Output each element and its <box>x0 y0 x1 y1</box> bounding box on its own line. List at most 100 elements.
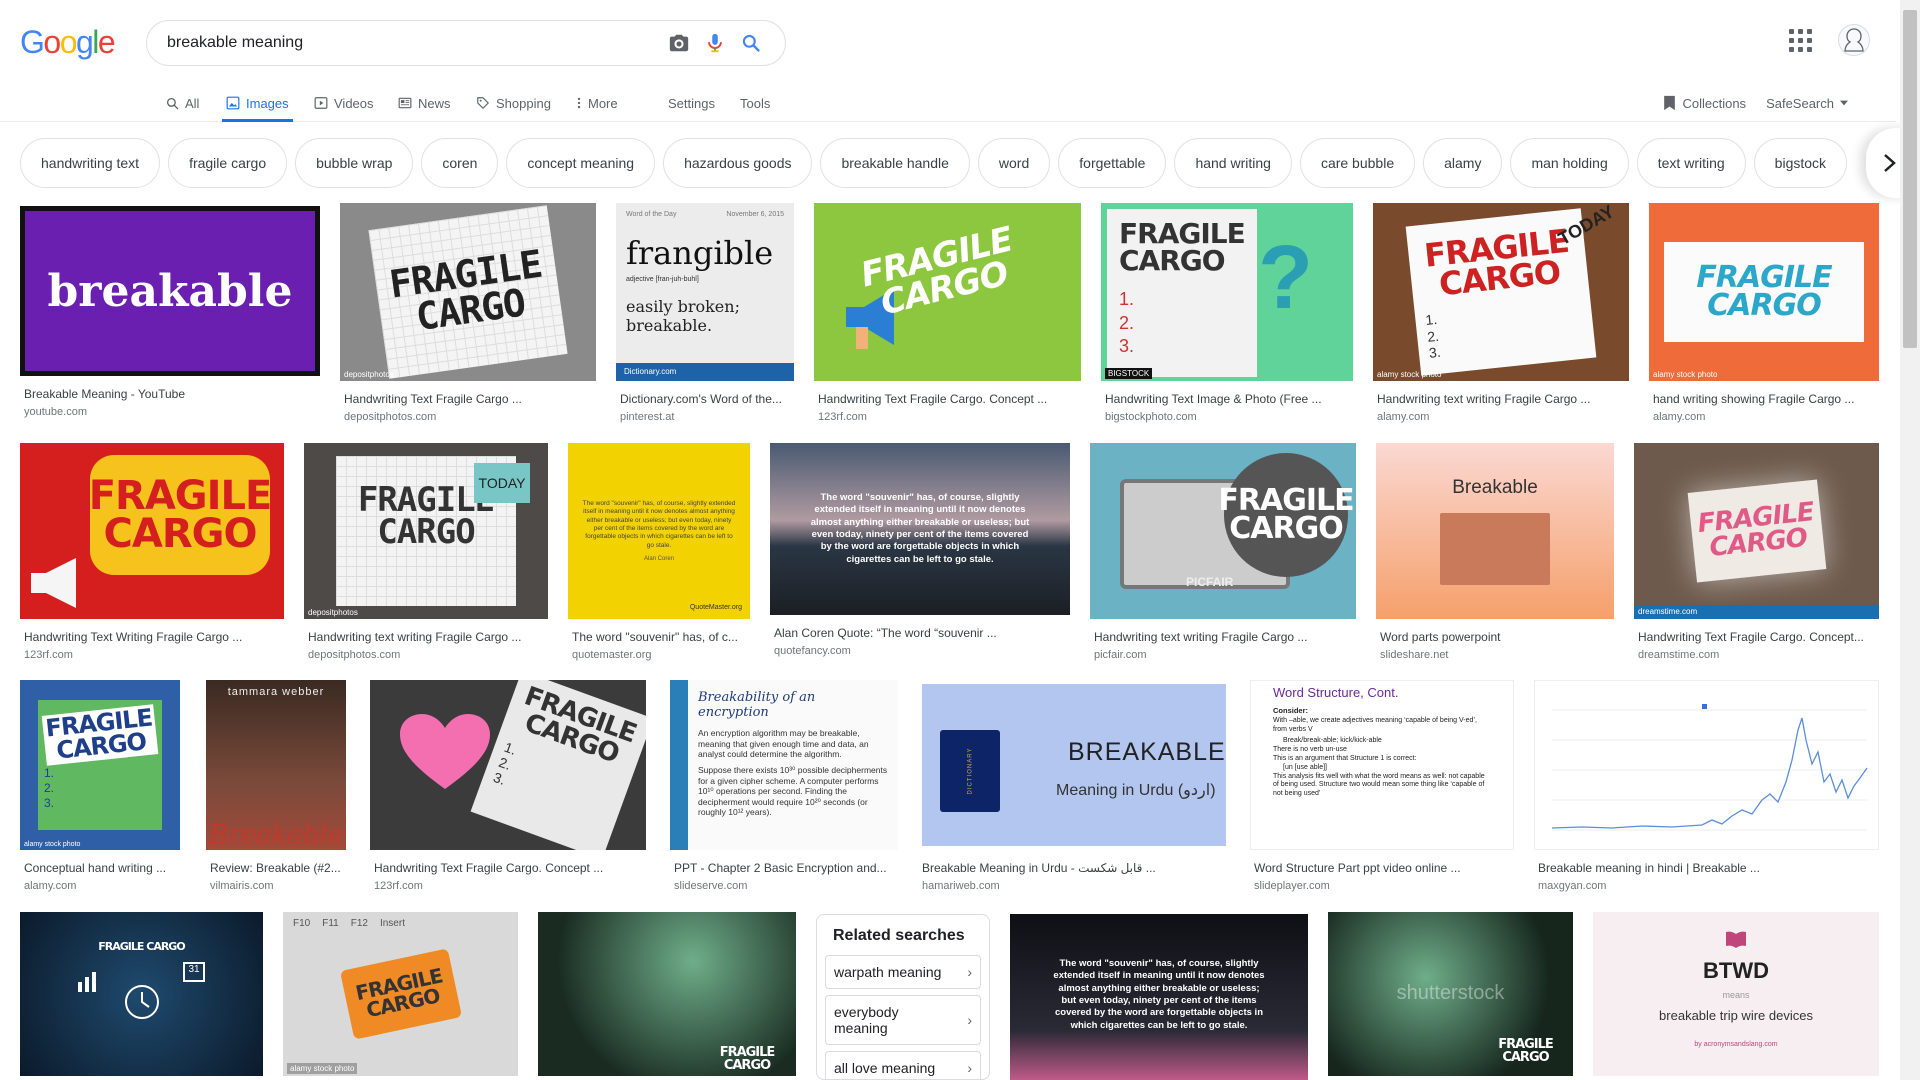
tab-settings[interactable]: Settings <box>668 84 715 122</box>
result-caption[interactable]: Handwriting Text Fragile Cargo. Concept … <box>370 861 646 875</box>
result-card[interactable]: FRAGILE CARGO Handwriting Text Writing F… <box>20 443 284 661</box>
safesearch-dropdown[interactable]: SafeSearch <box>1766 96 1848 111</box>
result-card[interactable]: FRAGILE CARGO 1. 2. 3. Handwriting Text Fr… <box>370 680 646 892</box>
chip-man-holding[interactable]: man holding <box>1510 138 1629 188</box>
tab-all[interactable]: All <box>166 84 199 122</box>
tab-videos[interactable]: Videos <box>314 84 374 122</box>
result-caption[interactable]: Alan Coren Quote: “The word “souvenir ..… <box>770 626 1070 640</box>
result-card[interactable]: shutterstock FRAGILE CARGO <box>1328 912 1573 1076</box>
result-caption[interactable]: Handwriting Text Fragile Cargo ... <box>340 392 596 406</box>
result-caption[interactable]: Handwriting text writing Fragile Cargo .… <box>1373 392 1629 406</box>
result-thumbnail[interactable]: FRAGILE CARGO dreamstime.com <box>1634 443 1879 619</box>
result-thumbnail[interactable]: Word of the Day November 6, 2015 frangibl… <box>616 203 794 381</box>
result-card[interactable]: Breakable meaning in hindi | Breakable .… <box>1534 680 1879 892</box>
result-thumbnail[interactable]: FRAGILE CARGO PICFAIR <box>1090 443 1356 619</box>
tab-images[interactable]: Images <box>222 84 293 122</box>
chip-breakable-handle[interactable]: breakable handle <box>820 138 970 188</box>
result-thumbnail[interactable]: The word "souvenir" has, of course, slig… <box>1010 914 1308 1080</box>
related-search-item[interactable]: warpath meaning › <box>825 955 981 989</box>
result-card[interactable]: FRAGILE CARGO PICFAIR Handwriting text w… <box>1090 443 1356 661</box>
result-thumbnail[interactable]: breakable <box>20 206 320 376</box>
result-card[interactable]: Breakability of an encryption An encrypt… <box>670 680 898 892</box>
tab-tools[interactable]: Tools <box>740 84 770 122</box>
related-search-item[interactable]: everybody meaning › <box>825 995 981 1045</box>
result-card[interactable]: FRAGILE CARGO 31 <box>20 912 263 1076</box>
result-thumbnail[interactable]: FRAGILE CARGO 1. 2. 3. alamy stock photo <box>20 680 180 850</box>
result-caption[interactable]: hand writing showing Fragile Cargo ... <box>1649 392 1879 406</box>
result-card[interactable]: FRAGILE CARGO 1. 2. 3. alamy stock photo C… <box>20 680 180 892</box>
chip-word[interactable]: word <box>977 138 1051 188</box>
result-caption[interactable]: Handwriting text writing Fragile Cargo .… <box>304 630 548 644</box>
result-caption[interactable]: PPT - Chapter 2 Basic Encryption and... <box>670 861 898 875</box>
chip-bubble-wrap[interactable]: bubble wrap <box>295 138 414 188</box>
result-thumbnail[interactable]: The word "souvenir" has, of course, slig… <box>770 443 1070 615</box>
result-card[interactable]: The word "souvenir" has, of course, slig… <box>770 443 1070 657</box>
result-card[interactable]: BTWD means breakable trip wire devices b… <box>1593 912 1879 1076</box>
chip-hazardous-goods[interactable]: hazardous goods <box>663 138 813 188</box>
result-thumbnail[interactable]: FRAGILE CARGO 1. 2. 3. ? BIGSTOCK <box>1101 203 1353 381</box>
result-card[interactable]: FRAGILE CARGO Handwriting Text Fragile C… <box>814 203 1081 423</box>
chip-text-writing[interactable]: text writing <box>1636 138 1746 188</box>
apps-grid-icon[interactable] <box>1788 28 1812 52</box>
result-card[interactable]: F10 F11 F12 Insert FRAGILE CARGO alamy stoc… <box>283 912 518 1076</box>
result-caption[interactable]: Handwriting Text Writing Fragile Cargo .… <box>20 630 284 644</box>
result-card[interactable]: Word Structure, Cont. Consider: With –ab… <box>1250 680 1514 892</box>
chip-handwriting-text[interactable]: handwriting text <box>20 138 161 188</box>
result-caption[interactable]: Review: Breakable (#2... <box>206 861 346 875</box>
result-thumbnail[interactable]: Breakability of an encryption An encrypt… <box>670 680 898 850</box>
microphone-icon[interactable] <box>697 25 733 61</box>
result-card[interactable]: Breakable Word parts powerpoint slidesha… <box>1376 443 1614 661</box>
chip-hand-writing[interactable]: hand writing <box>1174 138 1292 188</box>
result-caption[interactable]: Word Structure Part ppt video online ... <box>1250 861 1514 875</box>
result-caption[interactable]: Conceptual hand writing ... <box>20 861 180 875</box>
tab-shopping[interactable]: Shopping <box>476 84 551 122</box>
result-caption[interactable]: Dictionary.com's Word of the... <box>616 392 794 406</box>
result-caption[interactable]: Handwriting Text Fragile Cargo. Concept … <box>814 392 1081 406</box>
chip-forgettable[interactable]: forgettable <box>1058 138 1167 188</box>
result-card[interactable]: FRAGILE CARGO alamy stock photo hand wri… <box>1649 203 1879 423</box>
result-caption[interactable]: The word "souvenir" has, of c... <box>568 630 750 644</box>
result-card[interactable]: DICTIONARY BREAKABLE Meaning in Urdu (ار… <box>918 680 1230 892</box>
result-thumbnail[interactable]: BTWD means breakable trip wire devices b… <box>1593 912 1879 1076</box>
result-thumbnail[interactable]: FRAGILE CARGO <box>538 912 796 1076</box>
chip-fragile-cargo[interactable]: fragile cargo <box>168 138 288 188</box>
chip-concept-meaning[interactable]: concept meaning <box>506 138 656 188</box>
result-thumbnail[interactable]: Breakable <box>1376 443 1614 619</box>
chip-alamy[interactable]: alamy <box>1423 138 1503 188</box>
result-thumbnail[interactable]: FRAGILE CARGO 1. 2. 3. <box>370 680 646 850</box>
result-card[interactable]: FRAGILE CARGO 1. 2. 3. ? BIGSTOCK Handwrit… <box>1101 203 1353 423</box>
result-thumbnail[interactable]: tammara webber Breakable <box>206 680 346 850</box>
result-card[interactable]: The word "souvenir" has, of course, slig… <box>1010 914 1308 1080</box>
result-card[interactable]: breakable Breakable Meaning - YouTube yo… <box>20 206 320 418</box>
chip-bigstock[interactable]: bigstock <box>1753 138 1848 188</box>
result-card[interactable]: The word "souvenir" has, of course, slig… <box>568 443 750 661</box>
result-card[interactable]: tammara webber Breakable Review: Breakab… <box>206 680 346 892</box>
result-card[interactable]: FRAGILE CARGO TODAY depositphotos Handwr… <box>304 443 548 661</box>
result-thumbnail[interactable]: DICTIONARY BREAKABLE Meaning in Urdu (ار… <box>918 680 1230 850</box>
result-thumbnail[interactable]: FRAGILE CARGO <box>814 203 1081 381</box>
collections-link[interactable]: Collections <box>1663 95 1746 111</box>
result-thumbnail[interactable]: The word "souvenir" has, of course, slig… <box>568 443 750 619</box>
result-thumbnail[interactable]: FRAGILE CARGO <box>20 443 284 619</box>
result-thumbnail[interactable]: FRAGILE CARGO 1. 2. 3. TODAY alamy stock p… <box>1373 203 1629 381</box>
result-caption[interactable]: Breakable meaning in hindi | Breakable .… <box>1534 861 1879 875</box>
result-caption[interactable]: Handwriting Text Fragile Cargo. Concept.… <box>1634 630 1879 644</box>
result-caption[interactable]: Breakable Meaning - YouTube <box>20 387 320 401</box>
result-thumbnail[interactable]: FRAGILE CARGO TODAY depositphotos <box>304 443 548 619</box>
chip-coren[interactable]: coren <box>421 138 499 188</box>
google-logo[interactable]: Google <box>20 24 116 60</box>
page-scrollbar[interactable] <box>1900 0 1920 1080</box>
result-thumbnail[interactable]: FRAGILE CARGO alamy stock photo <box>1649 203 1879 381</box>
camera-icon[interactable] <box>661 25 697 61</box>
scrollbar-thumb[interactable] <box>1903 10 1917 348</box>
result-caption[interactable]: Handwriting text writing Fragile Cargo .… <box>1090 630 1356 644</box>
search-box[interactable] <box>146 20 786 66</box>
result-caption[interactable]: Breakable Meaning in Urdu - قابل شکست ..… <box>918 861 1230 875</box>
tab-news[interactable]: News <box>398 84 451 122</box>
result-thumbnail[interactable]: FRAGILE CARGO 31 <box>20 912 263 1076</box>
result-thumbnail[interactable]: Word Structure, Cont. Consider: With –ab… <box>1250 680 1514 850</box>
result-card[interactable]: FRAGILE CARGO 1. 2. 3. TODAY alamy stock p… <box>1373 203 1629 423</box>
result-card[interactable]: FRAGILE CARGO <box>538 912 796 1076</box>
account-avatar[interactable] <box>1838 24 1870 56</box>
result-caption[interactable]: Handwriting Text Image & Photo (Free ... <box>1101 392 1353 406</box>
